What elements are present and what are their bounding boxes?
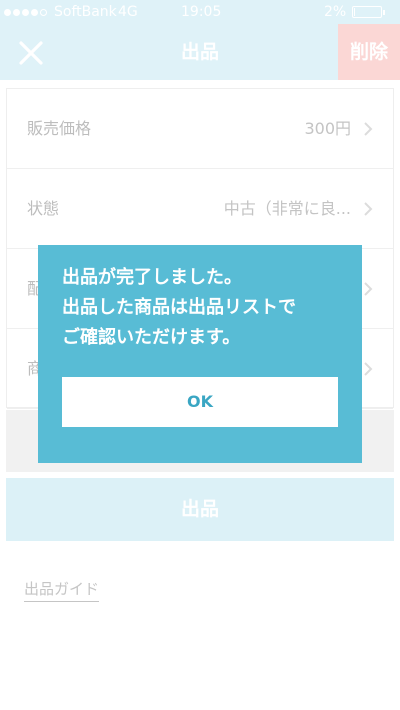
ok-button[interactable]: OK: [62, 377, 338, 427]
dialog-line: 出品が完了しました。: [62, 267, 242, 288]
battery-percentage: 2%: [324, 4, 347, 20]
network-type: 4G: [118, 4, 138, 20]
delete-button[interactable]: 削除: [338, 24, 400, 80]
completion-dialog: 出品が完了しました。 出品した商品は出品リストで ご確認いただけます。 OK: [38, 245, 362, 463]
submit-listing-button[interactable]: 出品: [6, 478, 394, 541]
close-button[interactable]: [14, 36, 48, 70]
form-row-condition[interactable]: 状態 中古（非常に良...: [7, 169, 393, 249]
row-label: 販売価格: [27, 119, 92, 138]
row-label: 状態: [27, 199, 60, 218]
form-row-price[interactable]: 販売価格 300円: [7, 89, 393, 169]
page-title: 出品: [180, 41, 219, 63]
status-bar: SoftBank 4G 19:05 2%: [0, 0, 400, 24]
battery-icon: [352, 6, 385, 18]
chevron-right-icon: [364, 202, 373, 216]
dialog-message: 出品が完了しました。 出品した商品は出品リストで ご確認いただけます。: [62, 263, 352, 353]
dialog-line: ご確認いただけます。: [62, 327, 241, 348]
chevron-right-icon: [364, 362, 373, 376]
row-value: 中古（非常に良...: [223, 199, 351, 218]
chevron-right-icon: [364, 282, 373, 296]
signal-strength-icon: [4, 0, 47, 24]
chevron-right-icon: [364, 122, 373, 136]
listing-guide-link[interactable]: 出品ガイド: [24, 578, 100, 602]
nav-bar: 出品 削除: [0, 24, 400, 80]
carrier-name: SoftBank: [54, 4, 117, 20]
dialog-line: 出品した商品は出品リストで: [62, 297, 296, 318]
row-value: 300円: [304, 119, 351, 138]
status-time: 19:05: [181, 4, 222, 20]
close-icon: [19, 41, 43, 65]
